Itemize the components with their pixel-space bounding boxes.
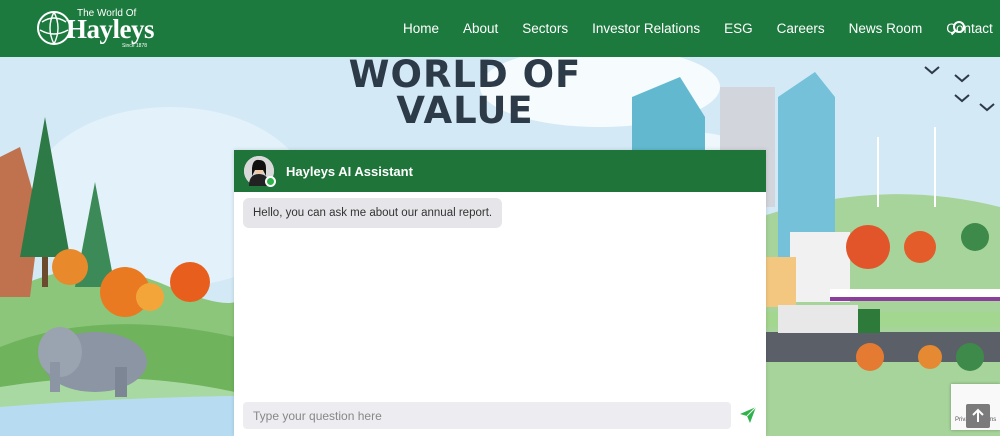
nav-sectors[interactable]: Sectors bbox=[522, 21, 568, 36]
logo-wordmark: Hayleys bbox=[66, 14, 155, 44]
ai-chat-widget: Hayleys AI Assistant Hello, you can ask … bbox=[234, 150, 766, 436]
hayleys-logo[interactable]: The World Of Hayleys Since 1878 bbox=[36, 8, 155, 50]
nav-investor-relations[interactable]: Investor Relations bbox=[592, 21, 700, 36]
hero-title-line2: VALUE bbox=[396, 89, 534, 132]
chat-header: Hayleys AI Assistant bbox=[234, 150, 766, 192]
logo-since: Since 1878 bbox=[122, 43, 148, 49]
arrow-up-icon bbox=[972, 408, 984, 422]
nav-esg[interactable]: ESG bbox=[724, 21, 753, 36]
chat-question-input[interactable] bbox=[243, 402, 731, 429]
nav-careers[interactable]: Careers bbox=[777, 21, 825, 36]
chat-title: Hayleys AI Assistant bbox=[286, 163, 413, 179]
hero-title: WORLD OF VALUE bbox=[330, 57, 600, 129]
send-icon[interactable] bbox=[739, 406, 757, 424]
search-icon[interactable] bbox=[950, 20, 966, 36]
top-navigation: The World Of Hayleys Since 1878 Home Abo… bbox=[0, 0, 1000, 57]
main-menu: Home About Sectors Investor Relations ES… bbox=[403, 0, 1000, 57]
assistant-avatar bbox=[244, 156, 276, 187]
nav-news-room[interactable]: News Room bbox=[849, 21, 923, 36]
hero-title-line1: WORLD OF bbox=[348, 57, 582, 96]
assistant-message: Hello, you can ask me about our annual r… bbox=[243, 198, 503, 228]
nav-about[interactable]: About bbox=[463, 21, 498, 36]
online-status-icon bbox=[265, 176, 276, 187]
scroll-to-top-button[interactable] bbox=[966, 404, 990, 428]
nav-home[interactable]: Home bbox=[403, 21, 439, 36]
